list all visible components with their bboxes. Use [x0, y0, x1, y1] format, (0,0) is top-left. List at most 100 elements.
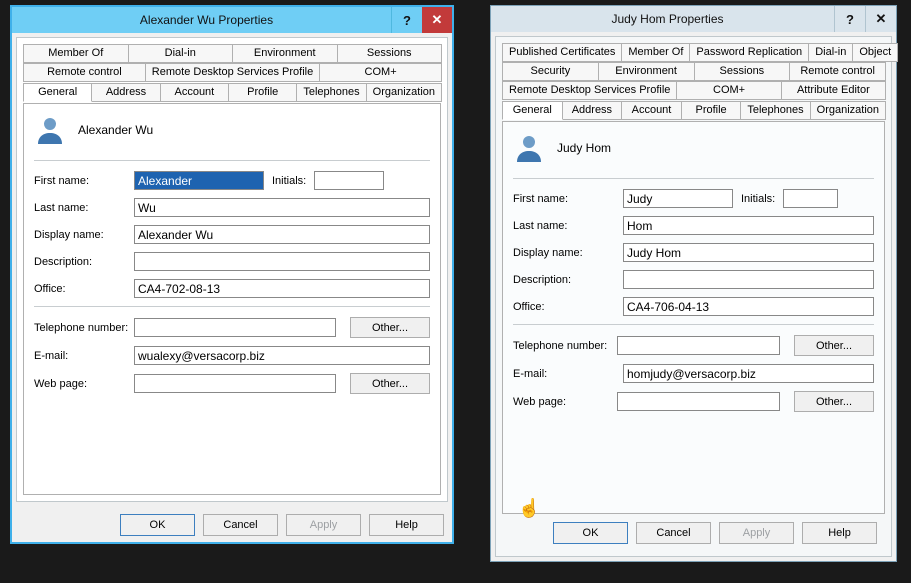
tab-remote-desktop-services-profile[interactable]: Remote Desktop Services Profile	[145, 63, 320, 82]
tab-strip: Published CertificatesMember OfPassword …	[502, 43, 885, 120]
dialog-button-row: OK Cancel Apply Help	[12, 506, 452, 542]
initials-field[interactable]	[314, 171, 384, 190]
tab-password-replication[interactable]: Password Replication	[689, 43, 809, 62]
tab-profile[interactable]: Profile	[681, 101, 742, 120]
tab-profile[interactable]: Profile	[228, 83, 297, 102]
help-button[interactable]: Help	[369, 514, 444, 536]
office-field[interactable]	[623, 297, 874, 316]
webpage-other-button[interactable]: Other...	[794, 391, 874, 412]
tab-member-of[interactable]: Member Of	[621, 43, 690, 62]
webpage-other-button[interactable]: Other...	[350, 373, 430, 394]
display-name-label: Display name:	[34, 229, 134, 241]
close-icon[interactable]: ✕	[422, 7, 452, 33]
window-title: Judy Hom Properties	[501, 12, 834, 26]
webpage-label: Web page:	[513, 396, 617, 408]
first-name-label: First name:	[34, 175, 134, 187]
help-icon[interactable]: ?	[834, 6, 865, 32]
initials-label: Initials:	[272, 175, 306, 187]
tab-telephones[interactable]: Telephones	[296, 83, 366, 102]
tab-member-of[interactable]: Member Of	[23, 44, 129, 63]
tab-remote-desktop-services-profile[interactable]: Remote Desktop Services Profile	[502, 81, 677, 100]
description-field[interactable]	[623, 270, 874, 289]
email-field[interactable]	[134, 346, 430, 365]
tab-general[interactable]: General	[23, 83, 92, 102]
tab-sessions[interactable]: Sessions	[694, 62, 791, 81]
display-name-field[interactable]	[134, 225, 430, 244]
tab-environment[interactable]: Environment	[598, 62, 695, 81]
separator	[34, 160, 430, 161]
description-label: Description:	[513, 274, 623, 286]
telephone-other-button[interactable]: Other...	[794, 335, 874, 356]
tab-account[interactable]: Account	[621, 101, 682, 120]
telephone-label: Telephone number:	[34, 322, 134, 334]
description-label: Description:	[34, 256, 134, 268]
tab-environment[interactable]: Environment	[232, 44, 338, 63]
tab-dial-in[interactable]: Dial-in	[128, 44, 234, 63]
apply-button[interactable]: Apply	[286, 514, 361, 536]
initials-label: Initials:	[741, 193, 775, 205]
email-field[interactable]	[623, 364, 874, 383]
ok-button[interactable]: OK	[120, 514, 195, 536]
last-name-label: Last name:	[34, 202, 134, 214]
properties-dialog-judy: Judy Hom Properties ? ✕ Published Certif…	[490, 5, 897, 562]
tab-panel-general: Alexander Wu First name: Initials: Last …	[23, 103, 441, 495]
display-name-field[interactable]	[623, 243, 874, 262]
tab-object[interactable]: Object	[852, 43, 898, 62]
tab-address[interactable]: Address	[91, 83, 160, 102]
initials-field[interactable]	[783, 189, 838, 208]
tab-organization[interactable]: Organization	[810, 101, 886, 120]
email-label: E-mail:	[513, 368, 623, 380]
webpage-field[interactable]	[617, 392, 780, 411]
tab-remote-control[interactable]: Remote control	[23, 63, 146, 82]
tab-com-[interactable]: COM+	[319, 63, 442, 82]
apply-button[interactable]: Apply	[719, 522, 794, 544]
tab-published-certificates[interactable]: Published Certificates	[502, 43, 622, 62]
last-name-field[interactable]	[623, 216, 874, 235]
tab-account[interactable]: Account	[160, 83, 229, 102]
webpage-label: Web page:	[34, 378, 134, 390]
office-label: Office:	[513, 301, 623, 313]
separator	[513, 324, 874, 325]
telephone-field[interactable]	[617, 336, 780, 355]
dialog-button-row: OK Cancel Apply Help	[502, 514, 885, 550]
help-icon[interactable]: ?	[391, 7, 422, 33]
tab-attribute-editor[interactable]: Attribute Editor	[781, 81, 886, 100]
display-name-header: Alexander Wu	[78, 123, 153, 137]
display-name-label: Display name:	[513, 247, 623, 259]
telephone-field[interactable]	[134, 318, 336, 337]
telephone-other-button[interactable]: Other...	[350, 317, 430, 338]
user-icon	[513, 132, 545, 164]
cancel-button[interactable]: Cancel	[636, 522, 711, 544]
cancel-button[interactable]: Cancel	[203, 514, 278, 536]
tab-com-[interactable]: COM+	[676, 81, 781, 100]
user-icon	[34, 114, 66, 146]
telephone-label: Telephone number:	[513, 340, 617, 352]
tab-sessions[interactable]: Sessions	[337, 44, 443, 63]
properties-dialog-alexander: Alexander Wu Properties ? ✕ Member OfDia…	[10, 5, 454, 544]
first-name-label: First name:	[513, 193, 623, 205]
tab-remote-control[interactable]: Remote control	[789, 62, 886, 81]
first-name-field[interactable]	[134, 171, 264, 190]
tab-general[interactable]: General	[502, 101, 563, 120]
description-field[interactable]	[134, 252, 430, 271]
tab-address[interactable]: Address	[562, 101, 623, 120]
help-button[interactable]: Help	[802, 522, 877, 544]
webpage-field[interactable]	[134, 374, 336, 393]
tab-panel-general: Judy Hom First name: Initials: Last name…	[502, 121, 885, 514]
close-icon[interactable]: ✕	[865, 6, 896, 32]
tab-security[interactable]: Security	[502, 62, 599, 81]
last-name-field[interactable]	[134, 198, 430, 217]
tab-organization[interactable]: Organization	[366, 83, 442, 102]
office-field[interactable]	[134, 279, 430, 298]
office-label: Office:	[34, 283, 134, 295]
tab-dial-in[interactable]: Dial-in	[808, 43, 853, 62]
ok-button[interactable]: OK	[553, 522, 628, 544]
first-name-field[interactable]	[623, 189, 733, 208]
tab-telephones[interactable]: Telephones	[740, 101, 810, 120]
separator	[34, 306, 430, 307]
titlebar: Judy Hom Properties ? ✕	[491, 6, 896, 32]
tab-strip: Member OfDial-inEnvironmentSessions Remo…	[23, 44, 441, 102]
display-name-header: Judy Hom	[557, 141, 611, 155]
last-name-label: Last name:	[513, 220, 623, 232]
titlebar: Alexander Wu Properties ? ✕	[12, 7, 452, 33]
